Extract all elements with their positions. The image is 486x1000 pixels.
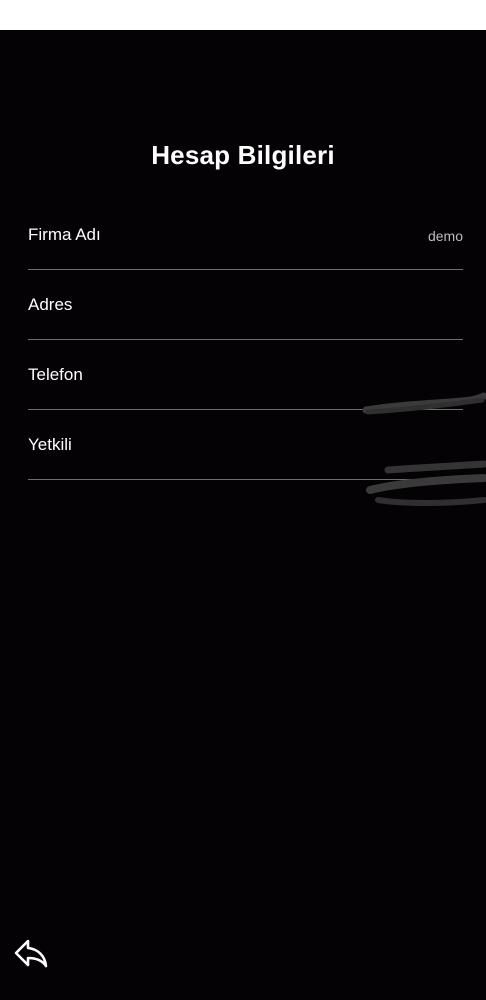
info-row-address: Adres bbox=[28, 270, 463, 340]
account-info-list: Firma Adı demo Adres Telefon Yetkili bbox=[28, 200, 463, 480]
back-button[interactable] bbox=[12, 934, 50, 972]
status-bar bbox=[0, 0, 486, 30]
company-name-label: Firma Adı bbox=[28, 225, 101, 244]
reply-arrow-icon bbox=[14, 939, 48, 968]
phone-label: Telefon bbox=[28, 365, 83, 384]
address-label: Adres bbox=[28, 295, 73, 314]
page-title: Hesap Bilgileri bbox=[151, 140, 335, 170]
info-row-phone: Telefon bbox=[28, 340, 463, 410]
account-info-screen bbox=[0, 30, 486, 1000]
authorized-person-label: Yetkili bbox=[28, 435, 72, 454]
info-row-authorized-person: Yetkili bbox=[28, 410, 463, 480]
info-row-company-name: Firma Adı demo bbox=[28, 200, 463, 270]
company-name-value: demo bbox=[427, 228, 463, 244]
